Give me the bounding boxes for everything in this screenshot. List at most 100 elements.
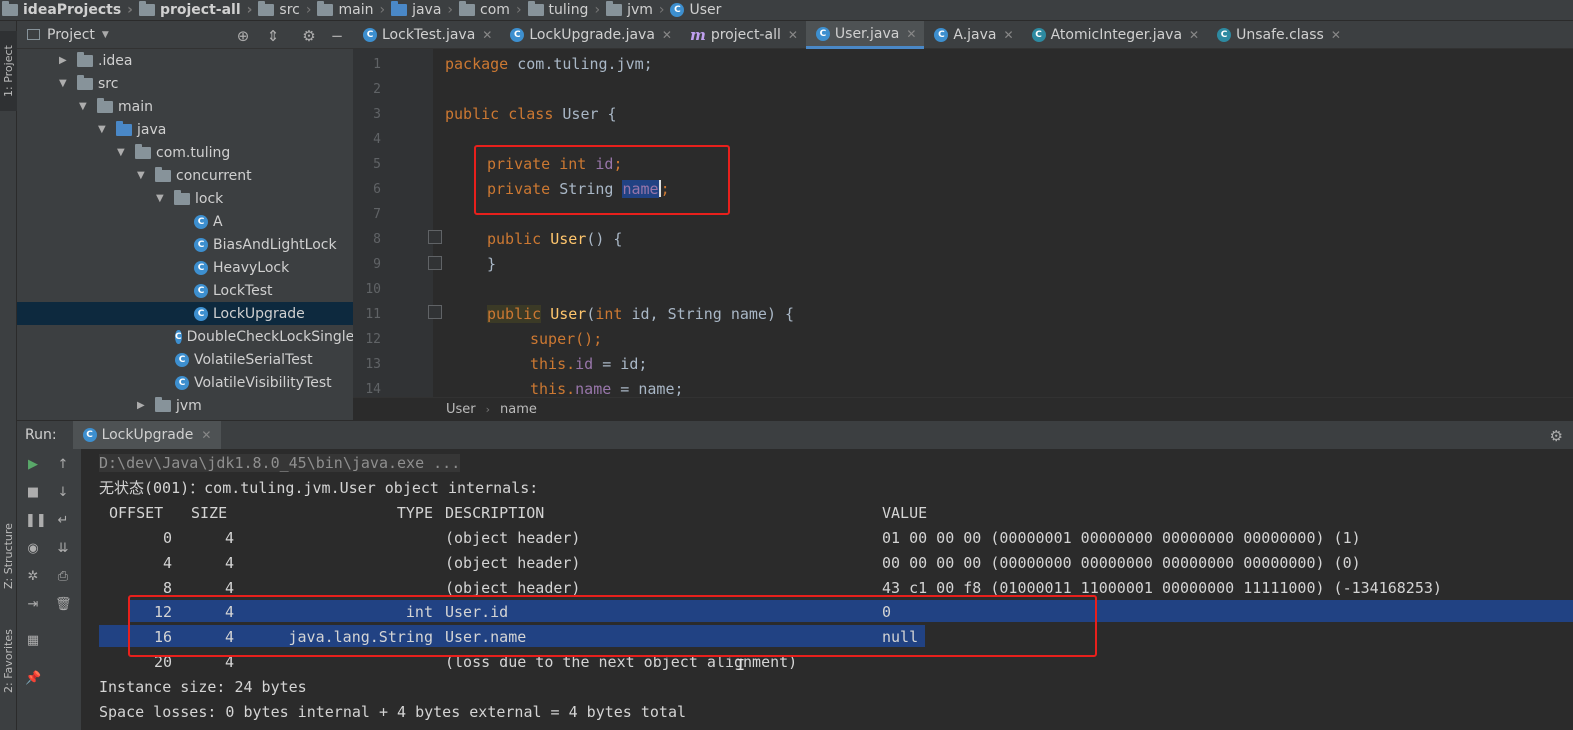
row-value: 00 00 00 00 (00000000 00000000 00000000 … [882, 554, 1361, 572]
navigation-bar: ideaProjects › project-all › src › main › ja… [0, 0, 1573, 21]
tree-item-lockupgrade[interactable]: C LockUpgrade [17, 302, 353, 325]
gear-icon[interactable]: ⚙ [301, 27, 317, 45]
tab-lockupgrade-java[interactable]: C LockUpgrade.java ✕ [500, 21, 680, 49]
code-editor[interactable]: 1 2 3 4 5 6 7 8 9 10 11 12 13 14 package… [353, 49, 1573, 397]
hide-icon[interactable]: − [329, 27, 345, 45]
line-number: 3 [373, 107, 381, 122]
breadcrumb-ideaprojects[interactable]: ideaProjects › [2, 1, 133, 18]
row-description: (object header) [445, 554, 581, 572]
close-icon[interactable]: ✕ [1331, 28, 1341, 42]
print-icon[interactable]: ⎙ [55, 569, 71, 585]
pause-icon[interactable]: ❚❚ [25, 513, 47, 529]
breadcrumb-user[interactable]: C User [670, 2, 721, 18]
tree-item-volatilevisibilitytest[interactable]: C VolatileVisibilityTest [17, 371, 353, 394]
instance-size-line: Instance size: 24 bytes [99, 678, 307, 696]
console-title-line: 无状态(001)：com.tuling.jvm.User object inte… [99, 479, 539, 497]
row-size: 4 [225, 554, 235, 572]
fold-marker-icon[interactable] [428, 230, 442, 244]
close-icon[interactable]: ✕ [662, 28, 672, 42]
breadcrumb-src[interactable]: src › [258, 1, 311, 18]
close-icon[interactable]: ✕ [788, 28, 798, 42]
line-number: 12 [365, 332, 381, 347]
tree-item-src[interactable]: ▼ src [17, 72, 353, 95]
settings-icon[interactable]: ✲ [25, 569, 41, 585]
class-icon: C [194, 306, 208, 321]
expand-arrow-icon[interactable]: ▼ [156, 193, 168, 204]
tree-item-heavylock[interactable]: C HeavyLock [17, 256, 353, 279]
library-class-icon: C [1031, 28, 1046, 42]
tree-item-doublechecklocksinglet[interactable]: C DoubleCheckLockSinglet [17, 325, 353, 348]
camera-icon[interactable]: ◉ [25, 541, 41, 557]
annotation-highlight-box [128, 595, 1097, 657]
stop-icon[interactable]: ■ [25, 485, 41, 501]
line-number: 7 [373, 207, 381, 222]
collapse-all-icon[interactable]: ⇕ [265, 27, 281, 45]
pin-icon[interactable]: 📌 [25, 671, 41, 687]
tab-user-java[interactable]: C User.java ✕ [805, 21, 925, 49]
project-tool-tab[interactable]: 1: Project [0, 31, 17, 111]
tree-item-concurrent[interactable]: ▼ concurrent [17, 164, 353, 187]
layout-icon[interactable]: ▦ [25, 633, 41, 649]
breadcrumb-jvm[interactable]: jvm › [606, 1, 664, 18]
fold-marker-icon[interactable] [428, 305, 442, 319]
expand-arrow-icon[interactable]: ▶ [59, 55, 71, 66]
rerun-icon[interactable]: ▶ [25, 457, 41, 473]
breadcrumb-field-name[interactable]: name [500, 402, 537, 417]
scroll-to-end-icon[interactable]: ⇊ [55, 541, 71, 557]
close-icon[interactable]: ✕ [201, 428, 211, 442]
tab-unsafe-class[interactable]: C Unsafe.class ✕ [1207, 21, 1349, 49]
run-panel-header: Run: C LockUpgrade ✕ ⚙ [17, 420, 1573, 450]
project-view-selector[interactable]: Project ▼ [27, 27, 109, 43]
expand-arrow-icon[interactable]: ▶ [137, 400, 149, 411]
expand-arrow-icon[interactable]: ▼ [79, 101, 91, 112]
tree-item-biasandlightlock[interactable]: C BiasAndLightLock [17, 233, 353, 256]
package-icon [155, 396, 171, 412]
favorites-tool-tab[interactable]: 2: Favorites [0, 611, 17, 711]
locate-icon[interactable]: ⊕ [235, 27, 251, 45]
login-icon[interactable]: ⇥ [25, 597, 41, 613]
breadcrumb-java[interactable]: java › [391, 1, 453, 18]
line-number: 4 [373, 132, 381, 147]
tree-item-lock[interactable]: ▼ lock [17, 187, 353, 210]
expand-arrow-icon[interactable]: ▼ [98, 124, 110, 135]
expand-arrow-icon[interactable]: ▼ [59, 78, 71, 89]
breadcrumb-tuling[interactable]: tuling › [527, 1, 600, 18]
tab-locktest-java[interactable]: C LockTest.java ✕ [353, 21, 500, 49]
console-output[interactable]: D:\dev\Java\jdk1.8.0_45\bin\java.exe ...… [81, 449, 1573, 730]
arrow-up-icon[interactable]: ↑ [55, 457, 71, 473]
tab-project-all[interactable]: m project-all ✕ [680, 21, 806, 49]
tree-item-locktest[interactable]: C LockTest [17, 279, 353, 302]
tab-a-java[interactable]: C A.java ✕ [924, 21, 1021, 49]
breadcrumb-main[interactable]: main › [317, 1, 385, 18]
tree-item-java[interactable]: ▼ java [17, 118, 353, 141]
soft-wrap-icon[interactable]: ↵ [55, 513, 71, 529]
breadcrumb-class-user[interactable]: User [446, 402, 476, 417]
breadcrumb-project-all[interactable]: project-all › [138, 1, 252, 18]
folder-icon [2, 1, 18, 16]
tab-atomicinteger-java[interactable]: C AtomicInteger.java ✕ [1022, 21, 1208, 49]
run-tab-lockupgrade[interactable]: C LockUpgrade ✕ [72, 420, 222, 450]
close-icon[interactable]: ✕ [1004, 28, 1014, 42]
tree-item-a[interactable]: CA [17, 210, 353, 233]
text-cursor-icon: I [736, 656, 746, 674]
trash-icon[interactable]: 🗑 [55, 597, 72, 613]
arrow-down-icon[interactable]: ↓ [55, 485, 71, 501]
project-panel-header: Project ▼ ⊕ ⇕ ⚙ − [17, 21, 353, 49]
run-toolbar: ▶ ↑ ■ ↓ ❚❚ ↵ ◉ ⇊ ✲ ⎙ ⇥ 🗑 ▦ 📌 [17, 449, 81, 730]
tree-item-com-tuling[interactable]: ▼ com.tuling [17, 141, 353, 164]
close-icon[interactable]: ✕ [482, 28, 492, 42]
close-icon[interactable]: ✕ [1189, 28, 1199, 42]
close-icon[interactable]: ✕ [906, 27, 916, 41]
tree-item-idea[interactable]: ▶ .idea [17, 49, 353, 72]
tree-item-main[interactable]: ▼ main [17, 95, 353, 118]
structure-tool-tab[interactable]: Z: Structure [0, 501, 17, 611]
class-icon: C [175, 329, 182, 344]
expand-arrow-icon[interactable]: ▼ [117, 147, 129, 158]
tree-item-volatileserialtest[interactable]: C VolatileSerialTest [17, 348, 353, 371]
gear-icon[interactable]: ⚙ [1550, 427, 1563, 445]
fold-marker-icon[interactable] [428, 256, 442, 270]
expand-arrow-icon[interactable]: ▼ [137, 170, 149, 181]
class-icon: C [175, 352, 189, 367]
breadcrumb-com[interactable]: com › [459, 1, 522, 18]
tree-item-jvm[interactable]: ▶ jvm [17, 394, 353, 417]
